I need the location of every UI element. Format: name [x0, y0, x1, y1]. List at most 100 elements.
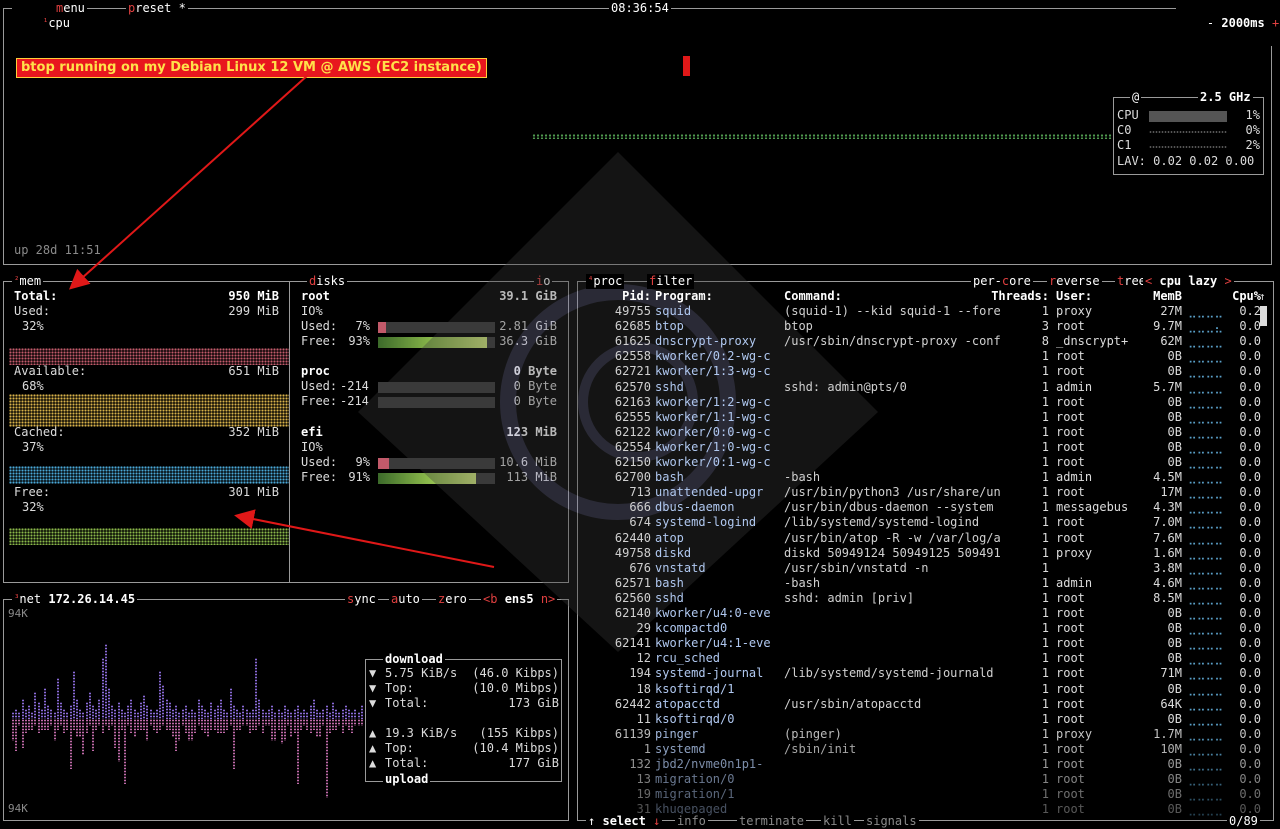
proc-cpu-graph: ⣀⣀⣀⣀⣀⣀: [1188, 530, 1224, 545]
disk-efi-name[interactable]: efi: [301, 425, 323, 440]
col-header-mem[interactable]: MemB: [1130, 289, 1182, 303]
proc-row[interactable]: 713 unattended-upgr/usr/bin/python3 /usr/…: [585, 485, 1275, 500]
up-arrow-icon: ▲: [369, 741, 377, 755]
net-graph-column: [300, 719, 302, 730]
cpu-cores-box: @ 2.5 GHz CPU 1% C0 0% C1 2% LAV: 0.02 0…: [1113, 90, 1264, 175]
proc-reverse-toggle[interactable]: reverse: [1047, 274, 1102, 289]
preset-button[interactable]: preset *: [126, 1, 188, 16]
proc-row[interactable]: 62440 atop/usr/bin/atop -R -w /var/log/a 1…: [585, 531, 1275, 546]
proc-row[interactable]: 132 jbd2/nvme0n1p1- 1 root 0B ⣀⣀⣀⣀⣀⣀ 0.0: [585, 757, 1275, 772]
proc-row[interactable]: 62555 kworker/1:1-wg-c 1 root 0B ⣀⣀⣀⣀⣀⣀ 0.0: [585, 410, 1275, 425]
net-graph-column: [194, 712, 197, 719]
net-graph-column: [140, 719, 142, 730]
proc-row[interactable]: 62570 sshd sshd: admin@pts/0 1 admin 5.7M ⣀⣀⣀⣀…: [585, 380, 1275, 395]
proc-sort-selector[interactable]: < cpu lazy >: [1143, 274, 1234, 289]
proc-row[interactable]: 1 systemd/sbin/init 1 root 10M ⣀⣀⣀⣀⣀⣀ 0.0: [585, 742, 1275, 757]
col-header-cpu[interactable]: Cpu%: [1225, 289, 1261, 303]
proc-row[interactable]: 62140 kworker/u4:0-eve 1 root 0B ⣀⣀⣀⣀⣀⣀ 0.0: [585, 606, 1275, 621]
proc-row[interactable]: 49755 squid (squid-1) --kid squid-1 --fore…: [585, 304, 1275, 319]
col-header-command[interactable]: Command:: [784, 289, 1014, 303]
proc-table: Pid: Program: Command: Threads: User: Me…: [585, 289, 1265, 819]
proc-cpu-graph: ⣀⣀⣀⣀⣀⣀: [1188, 470, 1224, 485]
proc-row[interactable]: 62122 kworker/0:0-wg-c 1 root 0B ⣀⣀⣀⣀⣀⣀ 0.0: [585, 425, 1275, 440]
col-header-user[interactable]: User:: [1056, 289, 1136, 303]
proc-row[interactable]: 62700 bash -bash 1 admin 4.5M ⣀⣀⣀⣀⣀⣀ 0.0: [585, 470, 1275, 485]
net-graph-column: [248, 719, 251, 734]
proc-row[interactable]: 62150 kworker/0:1-wg-c 1 root 0B ⣀⣀⣀⣀⣀⣀ 0.0: [585, 455, 1275, 470]
proc-per-core-toggle[interactable]: per-core: [971, 274, 1033, 289]
proc-row[interactable]: 61625 dnscrypt-proxy/usr/sbin/dnscrypt-pr…: [585, 334, 1275, 349]
net-ul-rate: 19.3 KiB/s: [385, 726, 458, 740]
proc-mem: 17M: [1160, 485, 1182, 500]
net-graph-column: [204, 708, 206, 719]
proc-row[interactable]: 62560 sshd sshd: admin [priv] 1 root 8.5M ⣀⣀⣀⣀…: [585, 591, 1275, 606]
net-graph-column: [24, 708, 27, 719]
proc-row[interactable]: 194 systemd-journal/lib/systemd/systemd-j…: [585, 666, 1275, 681]
net-graph-column: [69, 719, 72, 770]
proc-threads: 1: [1041, 681, 1049, 696]
proc-mem: 0B: [1167, 757, 1182, 771]
net-graph-column: [226, 719, 229, 730]
proc-row[interactable]: 62558 kworker/0:2-wg-c 1 root 0B ⣀⣀⣀⣀⣀⣀ 0.0: [585, 349, 1275, 364]
proc-title[interactable]: proc: [593, 274, 622, 288]
net-graph-column: [143, 695, 146, 719]
proc-row[interactable]: 62554 kworker/1:0-wg-c 1 root 0B ⣀⣀⣀⣀⣀⣀ 0.0: [585, 440, 1275, 455]
net-graph-column: [245, 708, 248, 719]
proc-mem: 10M: [1160, 741, 1182, 756]
proc-row[interactable]: 49758 diskd diskd 50949124 50949125 509491…: [585, 546, 1275, 561]
proc-program: kworker/1:0-wg-c: [655, 439, 771, 454]
select-down-icon[interactable]: ↓: [653, 814, 660, 828]
proc-row[interactable]: 13 migration/0 1 root 0B ⣀⣀⣀⣀⣀⣀ 0.0: [585, 772, 1275, 787]
proc-mem: 27M: [1160, 304, 1182, 318]
proc-scrollbar[interactable]: ↑: [1259, 289, 1268, 809]
proc-row[interactable]: 61139 pinger (pinger) 1 proxy 1.7M ⣀⣀⣀⣀⣀⣀ 0.0: [585, 727, 1275, 742]
net-graph-column: [34, 719, 37, 727]
col-header-threads[interactable]: Threads:: [982, 289, 1049, 303]
net-graph-column: [79, 719, 82, 737]
proc-row[interactable]: 11 ksoftirqd/0 1 root 0B ⣀⣀⣀⣀⣀⣀ 0.0: [585, 712, 1275, 727]
proc-table-header: Pid: Program: Command: Threads: User: Me…: [585, 289, 1265, 304]
sort-prev[interactable]: <: [1145, 274, 1152, 288]
select-up-icon[interactable]: ↑: [588, 814, 595, 828]
proc-row[interactable]: 12 rcu_sched 1 root 0B ⣀⣀⣀⣀⣀⣀ 0.0: [585, 651, 1275, 666]
mem-title[interactable]: mem: [19, 274, 41, 288]
interval-control[interactable]: - 2000ms +: [1176, 1, 1280, 46]
interval-increase[interactable]: +: [1272, 16, 1279, 30]
mem-total-label: Total:: [14, 289, 58, 303]
proc-row[interactable]: 19 migration/1 1 root 0B ⣀⣀⣀⣀⣀⣀ 0.0: [585, 787, 1275, 802]
net-graph-column: [316, 719, 318, 737]
proc-row[interactable]: 62571 bash -bash 1 admin 4.6M ⣀⣀⣀⣀⣀⣀ 0.0: [585, 576, 1275, 591]
net-graph-column: [210, 702, 213, 719]
sort-next[interactable]: >: [1225, 274, 1232, 288]
proc-program: dnscrypt-proxy: [655, 334, 757, 349]
net-graph-column: [172, 719, 174, 737]
proc-row[interactable]: 29 kcompactd0 1 root 0B ⣀⣀⣀⣀⣀⣀ 0.0: [585, 621, 1275, 636]
scroll-up-icon[interactable]: ↑: [1259, 289, 1266, 304]
proc-command: btop: [784, 319, 813, 334]
proc-filter[interactable]: filter: [647, 274, 695, 289]
net-graph-column: [101, 719, 104, 734]
disk-proc-name[interactable]: proc: [301, 364, 330, 379]
proc-user: _dnscrypt+: [1056, 334, 1129, 349]
proc-row[interactable]: 62721 kworker/1:3-wg-c 1 root 0B ⣀⣀⣀⣀⣀⣀ 0.0: [585, 364, 1275, 379]
net-graph-column: [104, 719, 107, 727]
proc-row[interactable]: 676 vnstatd/usr/sbin/vnstatd -n 1 3.8M ⣀⣀⣀⣀⣀…: [585, 561, 1275, 576]
col-header-pid[interactable]: Pid:: [585, 289, 651, 303]
menu-button[interactable]: menu: [54, 1, 87, 16]
disk-root-name[interactable]: root: [301, 289, 330, 304]
proc-row[interactable]: 62141 kworker/u4:1-eve 1 root 0B ⣀⣀⣀⣀⣀⣀ 0.0: [585, 636, 1275, 651]
scroll-thumb[interactable]: [1260, 306, 1267, 326]
net-graph-column: [229, 688, 232, 719]
proc-program: sshd: [655, 590, 684, 605]
proc-row[interactable]: 666 dbus-daemon/usr/bin/dbus-daemon --sys…: [585, 500, 1275, 515]
proc-cpu-graph: ⣀⣀⣀⣀⣀⣀: [1188, 364, 1224, 379]
proc-row[interactable]: 18 ksoftirqd/1 1 root 0B ⣀⣀⣀⣀⣀⣀ 0.0: [585, 682, 1275, 697]
cpu-title[interactable]: cpu: [48, 16, 70, 30]
proc-row[interactable]: 62685 btop btop 3 root 9.7M ⣀⣀⣀⣄⣀⣤ 0.0: [585, 319, 1275, 334]
proc-row[interactable]: 674 systemd-logind/lib/systemd/systemd-lo…: [585, 515, 1275, 530]
proc-row[interactable]: 62442 atopacctd/usr/sbin/atopacctd 1 root 64…: [585, 697, 1275, 712]
mem-cached-meter: [9, 466, 289, 484]
col-header-program[interactable]: Program:: [655, 289, 780, 303]
proc-row[interactable]: 62163 kworker/1:2-wg-c 1 root 0B ⣀⣀⣀⣀⣀⣀ 0.0: [585, 395, 1275, 410]
interval-decrease[interactable]: -: [1207, 16, 1214, 30]
